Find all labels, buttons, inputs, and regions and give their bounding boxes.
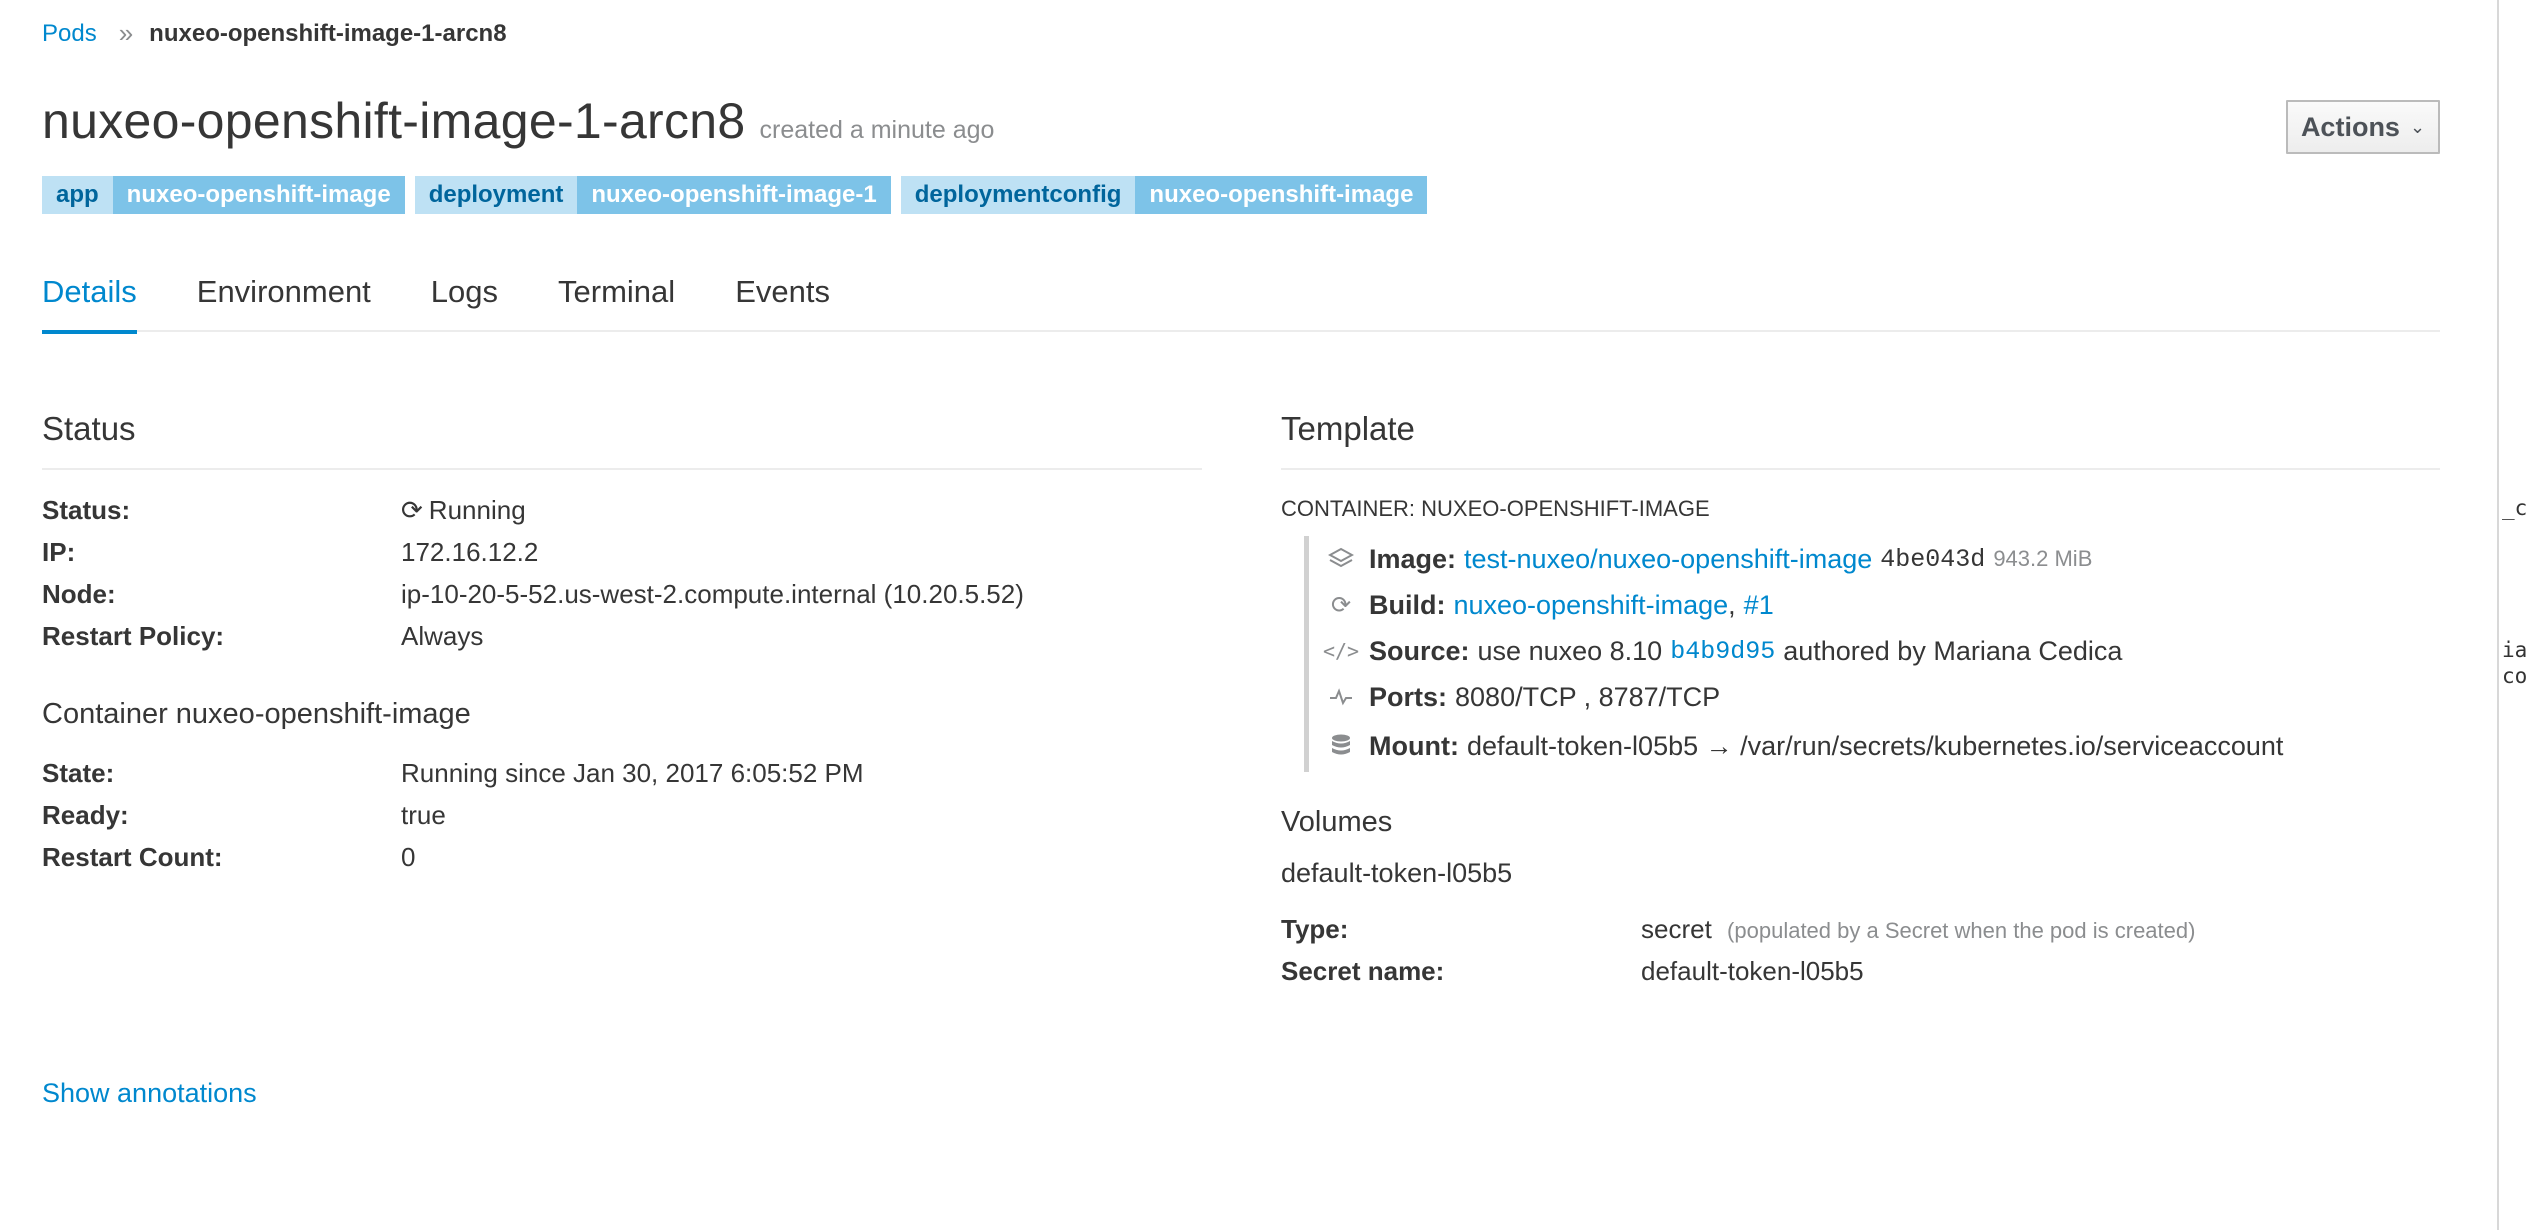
ip-value: 172.16.12.2 [401, 536, 539, 567]
tab-terminal[interactable]: Terminal [558, 270, 675, 332]
image-size: 943.2 MiB [1993, 546, 2093, 571]
ports-value: 8080/TCP , 8787/TCP [1455, 681, 1721, 712]
build-separator: , [1728, 589, 1736, 620]
image-digest: 4be043d [1880, 544, 1986, 574]
status-divider [42, 468, 1202, 470]
page-header: nuxeo-openshift-image-1-arcn8 created a … [42, 92, 994, 150]
mount-value: default-token-l05b5 → /var/run/secrets/k… [1466, 730, 2284, 761]
pod-labels: app nuxeo-openshift-image deployment nux… [42, 176, 1437, 214]
container-template-list: Image: test-nuxeo/nuxeo-openshift-image … [1304, 536, 2283, 772]
actions-button[interactable]: Actions ⌄ [2286, 100, 2440, 154]
chevron-down-icon: ⌄ [2409, 116, 2426, 137]
tab-environment[interactable]: Environment [197, 270, 371, 332]
volume-type-value: secret (populated by a Secret when the p… [1641, 913, 2196, 944]
source-label: Source: [1369, 635, 1470, 666]
ready-value: true [401, 799, 446, 830]
status-list: Status: ⟳ Running IP: 172.16.12.2 Node: i… [42, 489, 1202, 657]
database-icon [1323, 733, 1359, 759]
text-fragment: _c [2502, 496, 2526, 520]
mount-label: Mount: [1369, 730, 1459, 761]
source-author: authored by Mariana Cedica [1783, 635, 2123, 666]
node-label: Node: [42, 578, 116, 609]
node-value: ip-10-20-5-52.us-west-2.compute.internal… [401, 578, 1024, 609]
volume-type-label: Type: [1281, 913, 1349, 944]
text-fragment: co [2502, 664, 2526, 688]
page-title: nuxeo-openshift-image-1-arcn8 [42, 93, 746, 149]
state-value: Running since Jan 30, 2017 6:05:52 PM [401, 757, 864, 788]
tab-events[interactable]: Events [735, 270, 830, 332]
pod-details-page: Pods » nuxeo-openshift-image-1-arcn8 nux… [0, 0, 2497, 1230]
source-item: </> Source: use nuxeo 8.10 b4b9d95 autho… [1309, 628, 2283, 674]
created-timestamp: created a minute ago [759, 116, 995, 144]
restart-count-row: Restart Count: 0 [42, 836, 1202, 878]
adjacent-window-edge: _c ia co [2497, 0, 2526, 1230]
tab-bar: Details Environment Logs Terminal Events [42, 270, 2440, 334]
source-message: use nuxeo 8.10 [1477, 635, 1663, 666]
build-item: ⟳ Build: nuxeo-openshift-image, #1 [1309, 582, 2283, 628]
restart-count-value: 0 [401, 841, 416, 872]
label-key[interactable]: deploymentconfig [900, 176, 1136, 214]
build-label: Build: [1369, 589, 1446, 620]
label-value[interactable]: nuxeo-openshift-image-1 [577, 176, 891, 214]
container-caption: CONTAINER: NUXEO-OPENSHIFT-IMAGE [1281, 496, 1710, 521]
volume-type-row: Type: secret (populated by a Secret when… [1281, 908, 2440, 950]
label-app[interactable]: app nuxeo-openshift-image [42, 176, 405, 214]
container-status-list: State: Running since Jan 30, 2017 6:05:5… [42, 752, 1202, 878]
state-label: State: [42, 757, 115, 788]
image-item: Image: test-nuxeo/nuxeo-openshift-image … [1309, 536, 2283, 582]
layers-icon [1323, 547, 1359, 571]
ports-label: Ports: [1369, 681, 1448, 712]
status-heading: Status [42, 410, 136, 447]
image-label: Image: [1369, 543, 1457, 574]
secret-name-value: default-token-l05b5 [1641, 955, 1864, 986]
image-link[interactable]: test-nuxeo/nuxeo-openshift-image [1464, 544, 1872, 575]
ready-row: Ready: true [42, 794, 1202, 836]
breadcrumb-pods-link[interactable]: Pods [42, 20, 97, 48]
state-row: State: Running since Jan 30, 2017 6:05:5… [42, 752, 1202, 794]
refresh-icon: ⟳ [1330, 591, 1352, 619]
node-row: Node: ip-10-20-5-52.us-west-2.compute.in… [42, 573, 1202, 615]
build-number-link[interactable]: #1 [1744, 590, 1774, 621]
breadcrumb-separator-icon: » [118, 18, 134, 48]
container-heading: Container nuxeo-openshift-image [42, 698, 471, 730]
template-divider [1281, 468, 2440, 470]
pulse-icon [1323, 688, 1359, 706]
template-heading: Template [1281, 410, 1415, 447]
volume-name: default-token-l05b5 [1281, 858, 1513, 888]
label-value[interactable]: nuxeo-openshift-image [112, 176, 405, 214]
build-config-link[interactable]: nuxeo-openshift-image [1453, 590, 1728, 621]
breadcrumb-current: nuxeo-openshift-image-1-arcn8 [149, 19, 507, 47]
secret-name-label: Secret name: [1281, 955, 1445, 986]
label-deploymentconfig[interactable]: deploymentconfig nuxeo-openshift-image [900, 176, 1428, 214]
refresh-icon: ⟳ [401, 494, 423, 525]
actions-label: Actions [2300, 111, 2400, 142]
label-deployment[interactable]: deployment nuxeo-openshift-image-1 [414, 176, 891, 214]
volume-details: Type: secret (populated by a Secret when… [1281, 908, 2440, 992]
show-annotations-link[interactable]: Show annotations [42, 1078, 257, 1109]
restart-policy-label: Restart Policy: [42, 620, 225, 651]
restart-count-label: Restart Count: [42, 841, 223, 872]
ip-label: IP: [42, 536, 76, 567]
text-fragment: ia [2502, 638, 2526, 662]
tab-details[interactable]: Details [42, 270, 137, 334]
restart-policy-row: Restart Policy: Always [42, 615, 1202, 657]
source-commit-link[interactable]: b4b9d95 [1670, 637, 1775, 666]
ready-label: Ready: [42, 799, 129, 830]
volumes-heading: Volumes [1281, 806, 1393, 838]
label-key[interactable]: deployment [414, 176, 578, 214]
status-value: ⟳ Running [401, 494, 526, 525]
secret-name-row: Secret name: default-token-l05b5 [1281, 950, 2440, 992]
tab-logs[interactable]: Logs [431, 270, 498, 332]
volume-type-note: (populated by a Secret when the pod is c… [1727, 917, 2196, 943]
mount-item: Mount: default-token-l05b5 → /var/run/se… [1309, 720, 2283, 772]
status-label: Status: [42, 494, 131, 525]
label-key[interactable]: app [42, 176, 113, 214]
code-icon: </> [1322, 639, 1360, 663]
status-row: Status: ⟳ Running [42, 489, 1202, 531]
ip-row: IP: 172.16.12.2 [42, 531, 1202, 573]
restart-policy-value: Always [401, 620, 484, 651]
breadcrumb: Pods » nuxeo-openshift-image-1-arcn8 [42, 18, 507, 49]
ports-item: Ports: 8080/TCP , 8787/TCP [1309, 674, 2283, 720]
label-value[interactable]: nuxeo-openshift-image [1135, 176, 1428, 214]
